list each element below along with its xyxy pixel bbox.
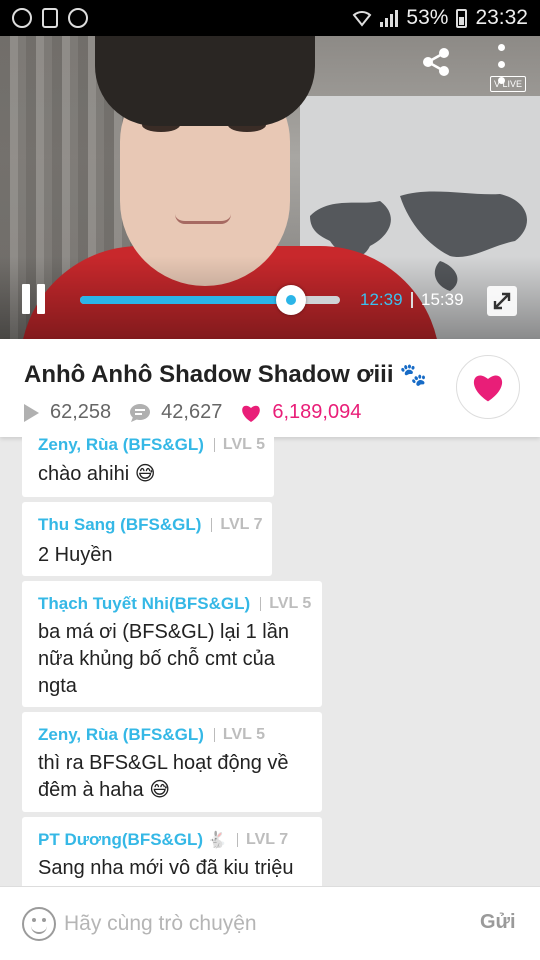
chat-text: Sang nha mới vô đã kiu triệu [38,857,294,879]
seek-progress [80,296,291,304]
chat-text: ba má ơi (BFS&GL) lại 1 lần nữa khủng bố… [38,621,289,697]
broadcast-info: Anhô Anhô Shadow Shadow ơiii 🐾 62,258 42,… [0,339,540,437]
notification-icon [42,8,58,28]
status-bar: 53% 23:32 [0,0,540,36]
chat-message: PT Dương(BFS&GL) 🐇 LVL 7 Sang nha mới vô… [22,817,322,886]
chat-username[interactable]: Zeny, Rùa (BFS&GL) [38,725,204,745]
signal-icon [380,9,399,27]
battery-percent: 53% [406,6,449,29]
settings-icon [68,8,88,28]
comment-count: 42,627 [161,401,223,423]
chat-level: LVL 7 [220,516,263,533]
wifi-icon [353,11,372,27]
current-time: 12:39 [360,290,403,309]
paw-icon: 🐾 [399,362,427,387]
total-time: 15:39 [421,290,464,309]
chat-username[interactable]: Thu Sang (BFS&GL) [38,515,201,535]
chat-level: LVL 5 [222,437,266,453]
fullscreen-icon[interactable] [487,286,517,316]
battery-icon [456,8,468,28]
broadcast-title-row: Anhô Anhô Shadow Shadow ơiii 🐾 [24,361,427,389]
like-count: 6,189,094 [272,401,362,423]
view-count: 62,258 [50,401,112,423]
send-button[interactable]: Gửi [480,911,516,934]
heart-icon [473,375,503,402]
seek-bar[interactable] [80,285,340,315]
broadcast-title: Anhô Anhô Shadow Shadow ơiii [24,361,394,388]
clock: 23:32 [475,6,528,29]
emoji-icon[interactable] [22,907,56,941]
play-count-icon [24,403,39,422]
chat-input[interactable] [64,907,444,941]
chat-level: LVL 7 [246,831,289,848]
share-icon[interactable] [420,46,452,78]
chat-text: chào ahihi 😅 [38,463,156,485]
chat-username[interactable]: PT Dương(BFS&GL) [38,830,203,850]
chat-message: Zeny, Rùa (BFS&GL) LVL 5 thì ra BFS&GL h… [22,712,322,812]
chat-text: thì ra BFS&GL hoạt động về đêm à haha 😅 [38,752,289,801]
chat-level: LVL 5 [222,726,266,743]
time-divider [411,292,413,308]
pause-button[interactable] [22,284,46,314]
chat-list[interactable]: Zeny, Rùa (BFS&GL) LVL 5 chào ahihi 😅 Th… [0,437,540,886]
chat-text: 2 Huyền [38,544,113,566]
chat-username[interactable]: Zeny, Rùa (BFS&GL) [38,437,204,455]
chat-message: Thạch Tuyết Nhi(BFS&GL) LVL 5 ba má ơi (… [22,581,322,707]
video-player[interactable]: V LIVE 12:39 15:39 [0,36,540,339]
comment-count-icon [130,403,151,422]
chat-message: Thu Sang (BFS&GL) LVL 7 2 Huyền [22,502,272,576]
heart-count-icon [242,405,261,422]
like-button[interactable] [456,355,520,419]
messenger-icon [12,8,32,28]
chat-level: LVL 5 [269,595,312,612]
chat-username[interactable]: Thạch Tuyết Nhi(BFS&GL) [38,594,250,614]
bunny-icon: 🐇 [207,832,228,849]
vlive-logo: V LIVE [490,76,526,92]
chat-input-bar: Gửi [0,886,540,960]
chat-message: Zeny, Rùa (BFS&GL) LVL 5 chào ahihi 😅 [22,437,274,497]
seek-handle[interactable] [275,285,306,315]
stats-row: 62,258 42,627 6,189,094 [22,401,379,424]
